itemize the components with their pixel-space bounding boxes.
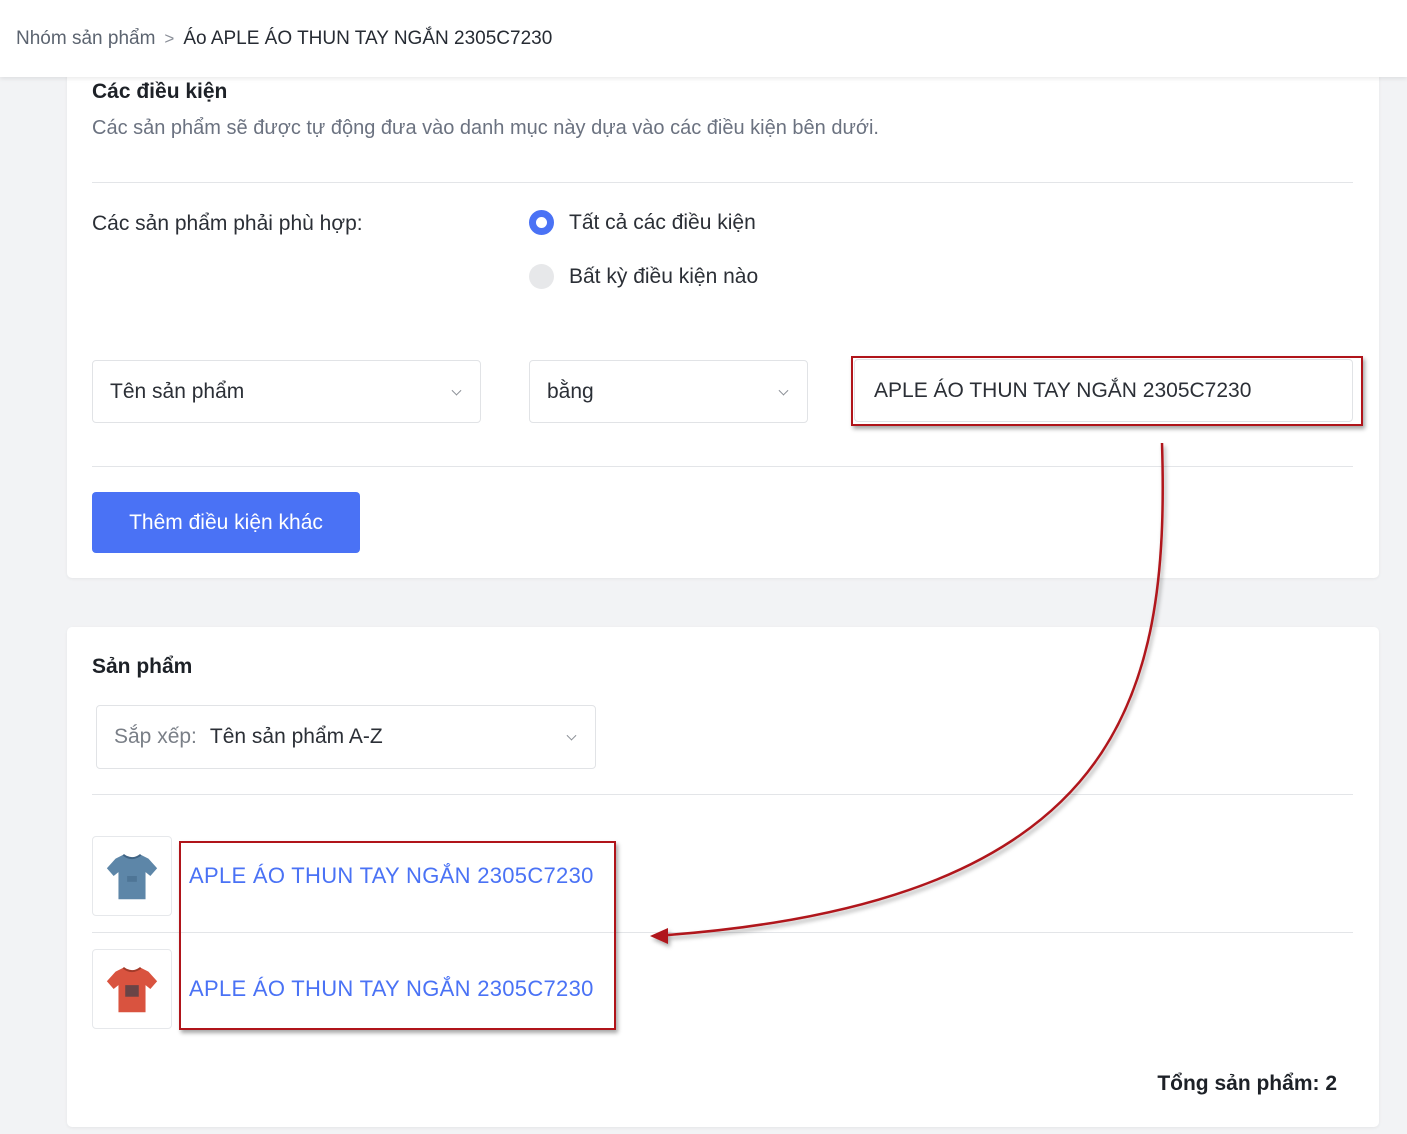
- product-list-item[interactable]: APLE ÁO THUN TAY NGẮN 2305C7230: [92, 836, 1353, 916]
- condition-operator-select[interactable]: bằng: [529, 360, 808, 423]
- product-name-link[interactable]: APLE ÁO THUN TAY NGẮN 2305C7230: [189, 863, 594, 889]
- radio-all-label: Tất cả các điều kiện: [569, 210, 756, 234]
- total-products: Tổng sản phẩm: 2: [1157, 1072, 1337, 1095]
- product-list-item[interactable]: APLE ÁO THUN TAY NGẮN 2305C7230: [92, 949, 1353, 1029]
- chevron-down-icon: [566, 730, 577, 741]
- condition-value-input[interactable]: APLE ÁO THUN TAY NGẮN 2305C7230: [854, 359, 1353, 422]
- products-card: Sản phẩm Sắp xếp: Tên sản phẩm A-Z APLE …: [67, 627, 1379, 1127]
- divider: [92, 466, 1353, 467]
- condition-value-text: APLE ÁO THUN TAY NGẮN 2305C7230: [874, 378, 1252, 402]
- product-name-link[interactable]: APLE ÁO THUN TAY NGẮN 2305C7230: [189, 976, 594, 1002]
- divider: [92, 182, 1353, 183]
- sort-value: Tên sản phẩm A-Z: [209, 725, 383, 748]
- radio-all-conditions[interactable]: Tất cả các điều kiện: [529, 210, 756, 235]
- chevron-down-icon: [778, 385, 789, 396]
- sort-select[interactable]: Sắp xếp: Tên sản phẩm A-Z: [96, 705, 596, 769]
- sort-prefix-label: Sắp xếp:: [114, 725, 197, 748]
- conditions-card: Các điều kiện Các sản phẩm sẽ được tự độ…: [67, 62, 1379, 578]
- radio-unselected-icon[interactable]: [529, 264, 554, 289]
- condition-operator-value: bằng: [547, 379, 594, 403]
- conditions-description: Các sản phẩm sẽ được tự động đưa vào dan…: [92, 117, 879, 139]
- condition-field-value: Tên sản phẩm: [110, 379, 245, 403]
- breadcrumb-separator-icon: >: [164, 28, 175, 48]
- top-bar: Nhóm sản phẩm > Áo APLE ÁO THUN TAY NGẮN…: [0, 0, 1407, 77]
- radio-any-label: Bất kỳ điều kiện nào: [569, 264, 759, 288]
- products-title: Sản phẩm: [92, 655, 193, 678]
- divider: [92, 794, 1353, 795]
- radio-any-condition[interactable]: Bất kỳ điều kiện nào: [529, 264, 758, 289]
- match-label: Các sản phẩm phải phù hợp:: [92, 212, 363, 235]
- tshirt-icon: [106, 853, 158, 900]
- conditions-title: Các điều kiện: [92, 80, 228, 103]
- breadcrumb-parent-link[interactable]: Nhóm sản phẩm: [16, 28, 155, 50]
- condition-field-select[interactable]: Tên sản phẩm: [92, 360, 481, 423]
- chevron-down-icon: [451, 385, 462, 396]
- add-condition-button[interactable]: Thêm điều kiện khác: [92, 492, 360, 553]
- product-thumbnail[interactable]: [92, 836, 172, 916]
- product-thumbnail[interactable]: [92, 949, 172, 1029]
- tshirt-icon: [106, 966, 158, 1013]
- breadcrumb-current: Áo APLE ÁO THUN TAY NGẮN 2305C7230: [183, 27, 553, 49]
- divider: [92, 932, 1353, 933]
- radio-selected-icon[interactable]: [529, 210, 554, 235]
